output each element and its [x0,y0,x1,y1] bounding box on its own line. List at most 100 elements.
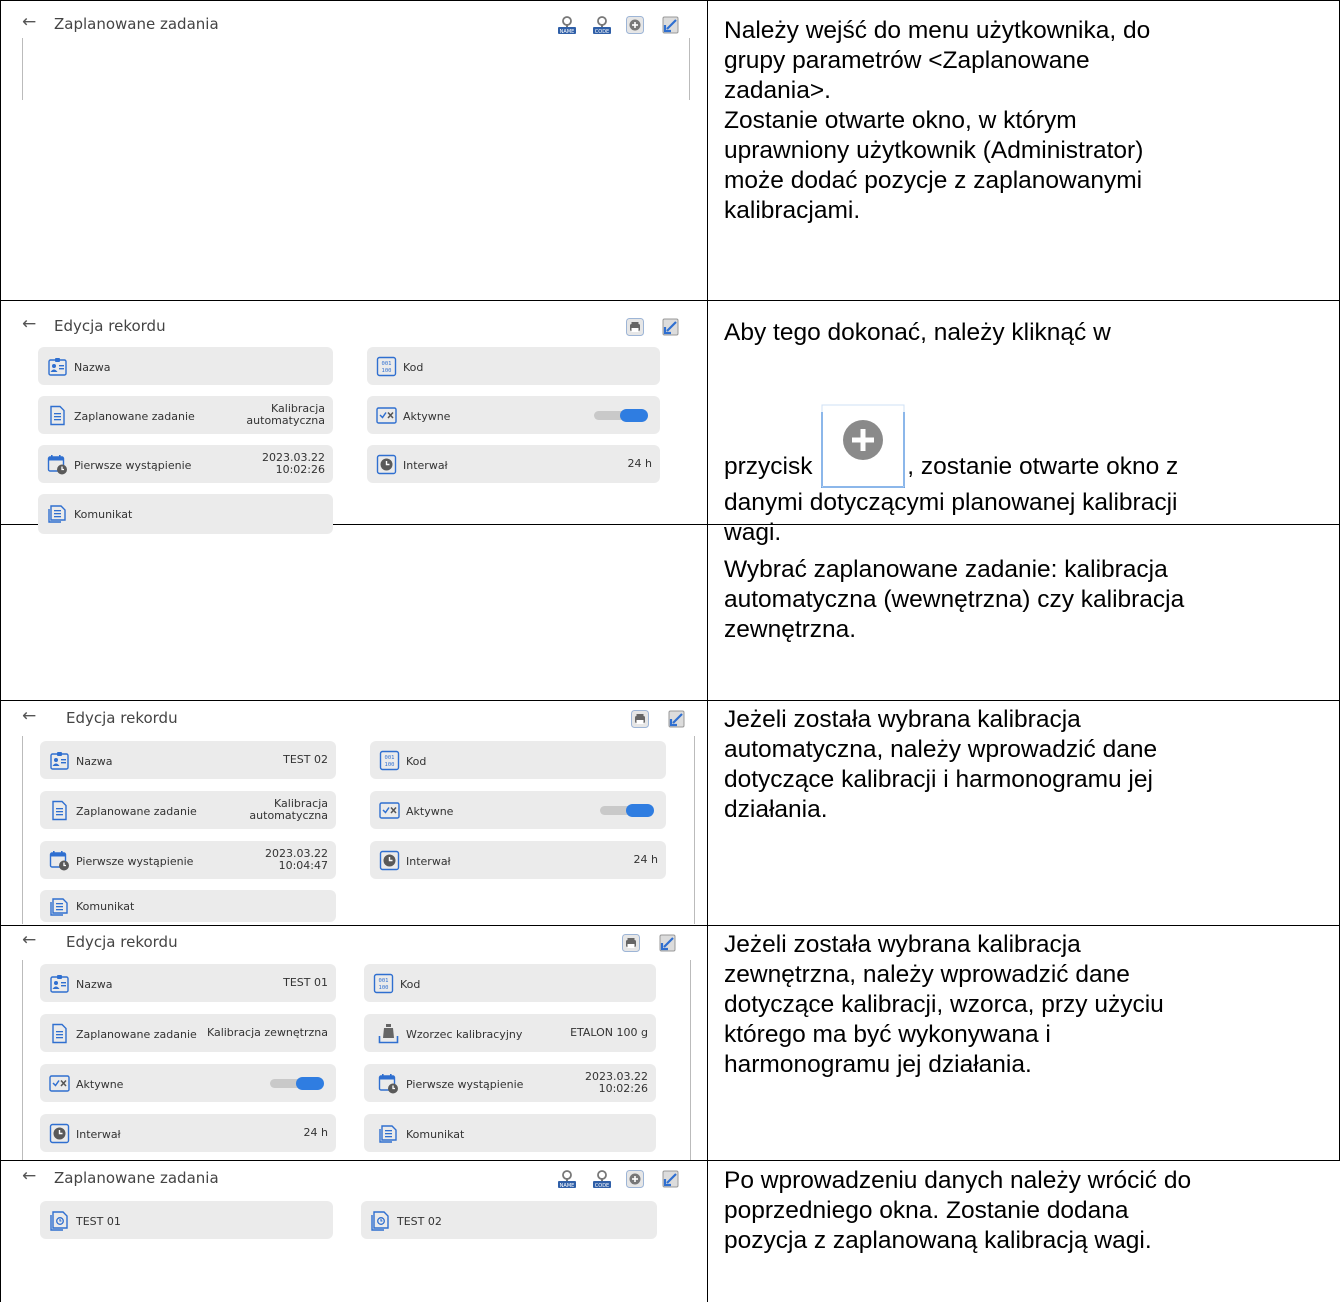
interval-card[interactable]: Interwał 24 h [370,841,666,879]
panel-header: ← Zaplanowane zadania NAME CODE [14,1164,690,1194]
task-item[interactable]: TEST 02 [361,1201,657,1239]
desc-line: Zostanie otwarte okno, w którym [724,107,1077,134]
task-item[interactable]: TEST 01 [40,1201,333,1239]
active-toggle[interactable] [594,409,648,422]
card-value: Kalibracja zewnętrzna [206,1026,328,1039]
desc-line: zadania>. [724,77,831,104]
exit-icon[interactable] [660,1169,680,1189]
desc-line: automatyczna, należy wprowadzić dane [724,736,1158,763]
print-icon[interactable] [621,933,641,953]
desc-line: może dodać pozycje z zaplanowanymi [724,167,1143,194]
card-label: Interwał [406,855,451,868]
card-label: Interwał [76,1128,121,1141]
desc-line: danymi dotyczącymi planowanej kalibracji [724,489,1178,516]
code-card[interactable]: 001 100 Kod [370,741,666,779]
desc-line: Jeżeli została wybrana kalibracja [724,931,1081,958]
card-label: Komunikat [76,900,135,913]
active-toggle[interactable] [270,1077,324,1090]
svg-text:100: 100 [385,762,395,768]
table-row-divider [0,925,1340,926]
desc-line: poprzedniego okna. Zostanie dodana [724,1197,1129,1224]
screenshot-edge [690,960,691,1160]
back-arrow-icon[interactable]: ← [22,14,36,31]
desc-line: pozycja z zaplanowaną kalibracją wagi. [724,1227,1152,1254]
desc-line: zewnętrzna. [724,616,857,643]
card-label: Nazwa [76,755,113,768]
code-card[interactable]: 001 100 Kod [364,964,656,1002]
card-value: TEST 01 [283,976,328,989]
interval-card[interactable]: Interwał 24 h [40,1114,336,1152]
check-x-icon [376,405,397,426]
exit-icon[interactable] [660,317,680,337]
active-card[interactable]: Aktywne [40,1064,336,1102]
message-icon [378,1123,399,1144]
panel-header: ← Edycja rekordu [14,312,690,342]
desc-line: harmonogramu jej działania. [724,1051,1032,1078]
scheduled-task-card[interactable]: Zaplanowane zadanie Kalibracja zewnętrzn… [40,1014,336,1052]
desc-line: przycisk , zostanie otwarte okno z [724,404,1178,488]
card-value: 24 h [627,457,652,470]
desc-line: dotyczące kalibracji i harmonogramu jej [724,766,1153,793]
table-row-divider [0,300,1340,301]
desc-line: Aby tego dokonać, należy kliknąć w [724,319,1111,346]
calibration-weight-card[interactable]: Wzorzec kalibracyjny ETALON 100 g [364,1014,656,1052]
card-value: Kalibracja automatyczna [249,797,328,822]
scheduled-task-card[interactable]: Zaplanowane zadanie Kalibracja automatycz… [40,791,336,829]
code-icon: 001100 [379,750,400,771]
search-code-icon[interactable]: CODE [592,1169,612,1189]
card-label: Komunikat [74,508,133,521]
message-card[interactable]: Komunikat [364,1114,656,1152]
message-card[interactable]: Komunikat [40,890,336,922]
first-occurrence-card[interactable]: Pierwsze wystąpienie 2023.03.22 10:02:26 [364,1064,656,1102]
card-label: Pierwsze wystąpienie [74,459,192,472]
back-arrow-icon[interactable]: ← [22,932,36,949]
scheduled-task-card[interactable]: Zaplanowane zadanie Kalibracja automatycz… [38,396,333,434]
document-icon [49,1023,70,1044]
code-card[interactable]: 001 100 Kod [367,347,660,385]
svg-text:001: 001 [382,361,392,367]
interval-card[interactable]: Interwał 24 h [367,445,660,483]
desc-line: Należy wejść do menu użytkownika, do [724,17,1151,44]
search-code-icon[interactable]: CODE [592,15,612,35]
exit-icon[interactable] [657,933,677,953]
back-arrow-icon[interactable]: ← [22,316,36,333]
record-edit-panel: ← Edycja rekordu Nazwa 001 100 Kod Zaplan… [14,312,690,534]
row-description: Jeżeli została wybrana kalibracja zewnęt… [724,930,1164,1080]
table-border-top [0,0,1340,1]
search-name-icon[interactable]: NAME [557,15,577,35]
message-card[interactable]: Komunikat [38,494,333,534]
name-card[interactable]: Nazwa TEST 02 [40,741,336,779]
calendar-icon [49,850,70,871]
print-icon[interactable] [625,317,645,337]
add-icon[interactable] [625,15,645,35]
badge-label: CODE [595,29,609,35]
table-row-divider [0,700,1340,701]
panel-title: Edycja rekordu [66,709,178,727]
exit-icon[interactable] [666,709,686,729]
active-toggle[interactable] [600,804,654,817]
desc-line: grupy parametrów <Zaplanowane [724,47,1090,74]
back-arrow-icon[interactable]: ← [22,708,36,725]
card-label: Kod [400,978,421,991]
active-card[interactable]: Aktywne [367,396,660,434]
desc-line: którego ma być wykonywana i [724,1021,1051,1048]
code-icon: 001100 [376,356,397,377]
clock-icon [376,454,397,475]
search-name-icon[interactable]: NAME [557,1169,577,1189]
record-edit-panel: ← Edycja rekordu Nazwa TEST 01 001 100 Ko… [14,928,690,1158]
code-icon: 001100 [373,973,394,994]
print-icon[interactable] [630,709,650,729]
name-card[interactable]: Nazwa [38,347,333,385]
first-occurrence-card[interactable]: Pierwsze wystąpienie 2023.03.22 10:04:47 [40,841,336,879]
active-card[interactable]: Aktywne [370,791,666,829]
card-value: TEST 02 [283,753,328,766]
name-card[interactable]: Nazwa TEST 01 [40,964,336,1002]
scheduled-tasks-panel: ← Zaplanowane zadania NAME CODE TEST 01 … [14,1164,690,1300]
card-label: Nazwa [76,978,113,991]
add-icon[interactable] [625,1169,645,1189]
back-arrow-icon[interactable]: ← [22,1168,36,1185]
first-occurrence-card[interactable]: Pierwsze wystąpienie 2023.03.22 10:02:26 [38,445,333,483]
exit-icon[interactable] [660,15,680,35]
card-value: 2023.03.22 10:02:26 [585,1070,648,1095]
document-icon [47,405,68,426]
